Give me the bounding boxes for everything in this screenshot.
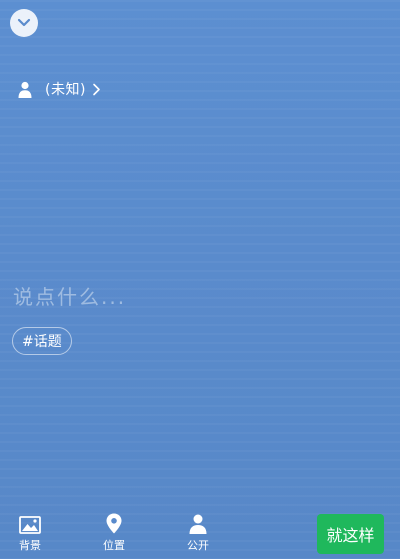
location-label: 位置 bbox=[103, 539, 125, 552]
person-icon bbox=[17, 80, 33, 98]
submit-button[interactable]: 就这样 bbox=[317, 514, 384, 554]
author-label: (未知) bbox=[45, 82, 86, 98]
background-label: 背景 bbox=[19, 539, 41, 552]
person-icon bbox=[189, 512, 207, 534]
author-selector[interactable]: (未知) bbox=[17, 78, 101, 100]
background-button[interactable]: 背景 bbox=[10, 512, 50, 552]
collapse-button[interactable] bbox=[10, 9, 38, 37]
location-pin-icon bbox=[106, 512, 122, 534]
image-icon bbox=[19, 512, 41, 534]
location-button[interactable]: 位置 bbox=[94, 512, 134, 552]
visibility-label: 公开 bbox=[187, 539, 209, 552]
chevron-down-icon bbox=[17, 18, 31, 27]
compose-input[interactable]: 说点什么... bbox=[13, 281, 126, 310]
topic-chip[interactable]: #话题 bbox=[12, 327, 72, 355]
chevron-right-icon bbox=[92, 83, 101, 96]
visibility-button[interactable]: 公开 bbox=[178, 512, 218, 552]
